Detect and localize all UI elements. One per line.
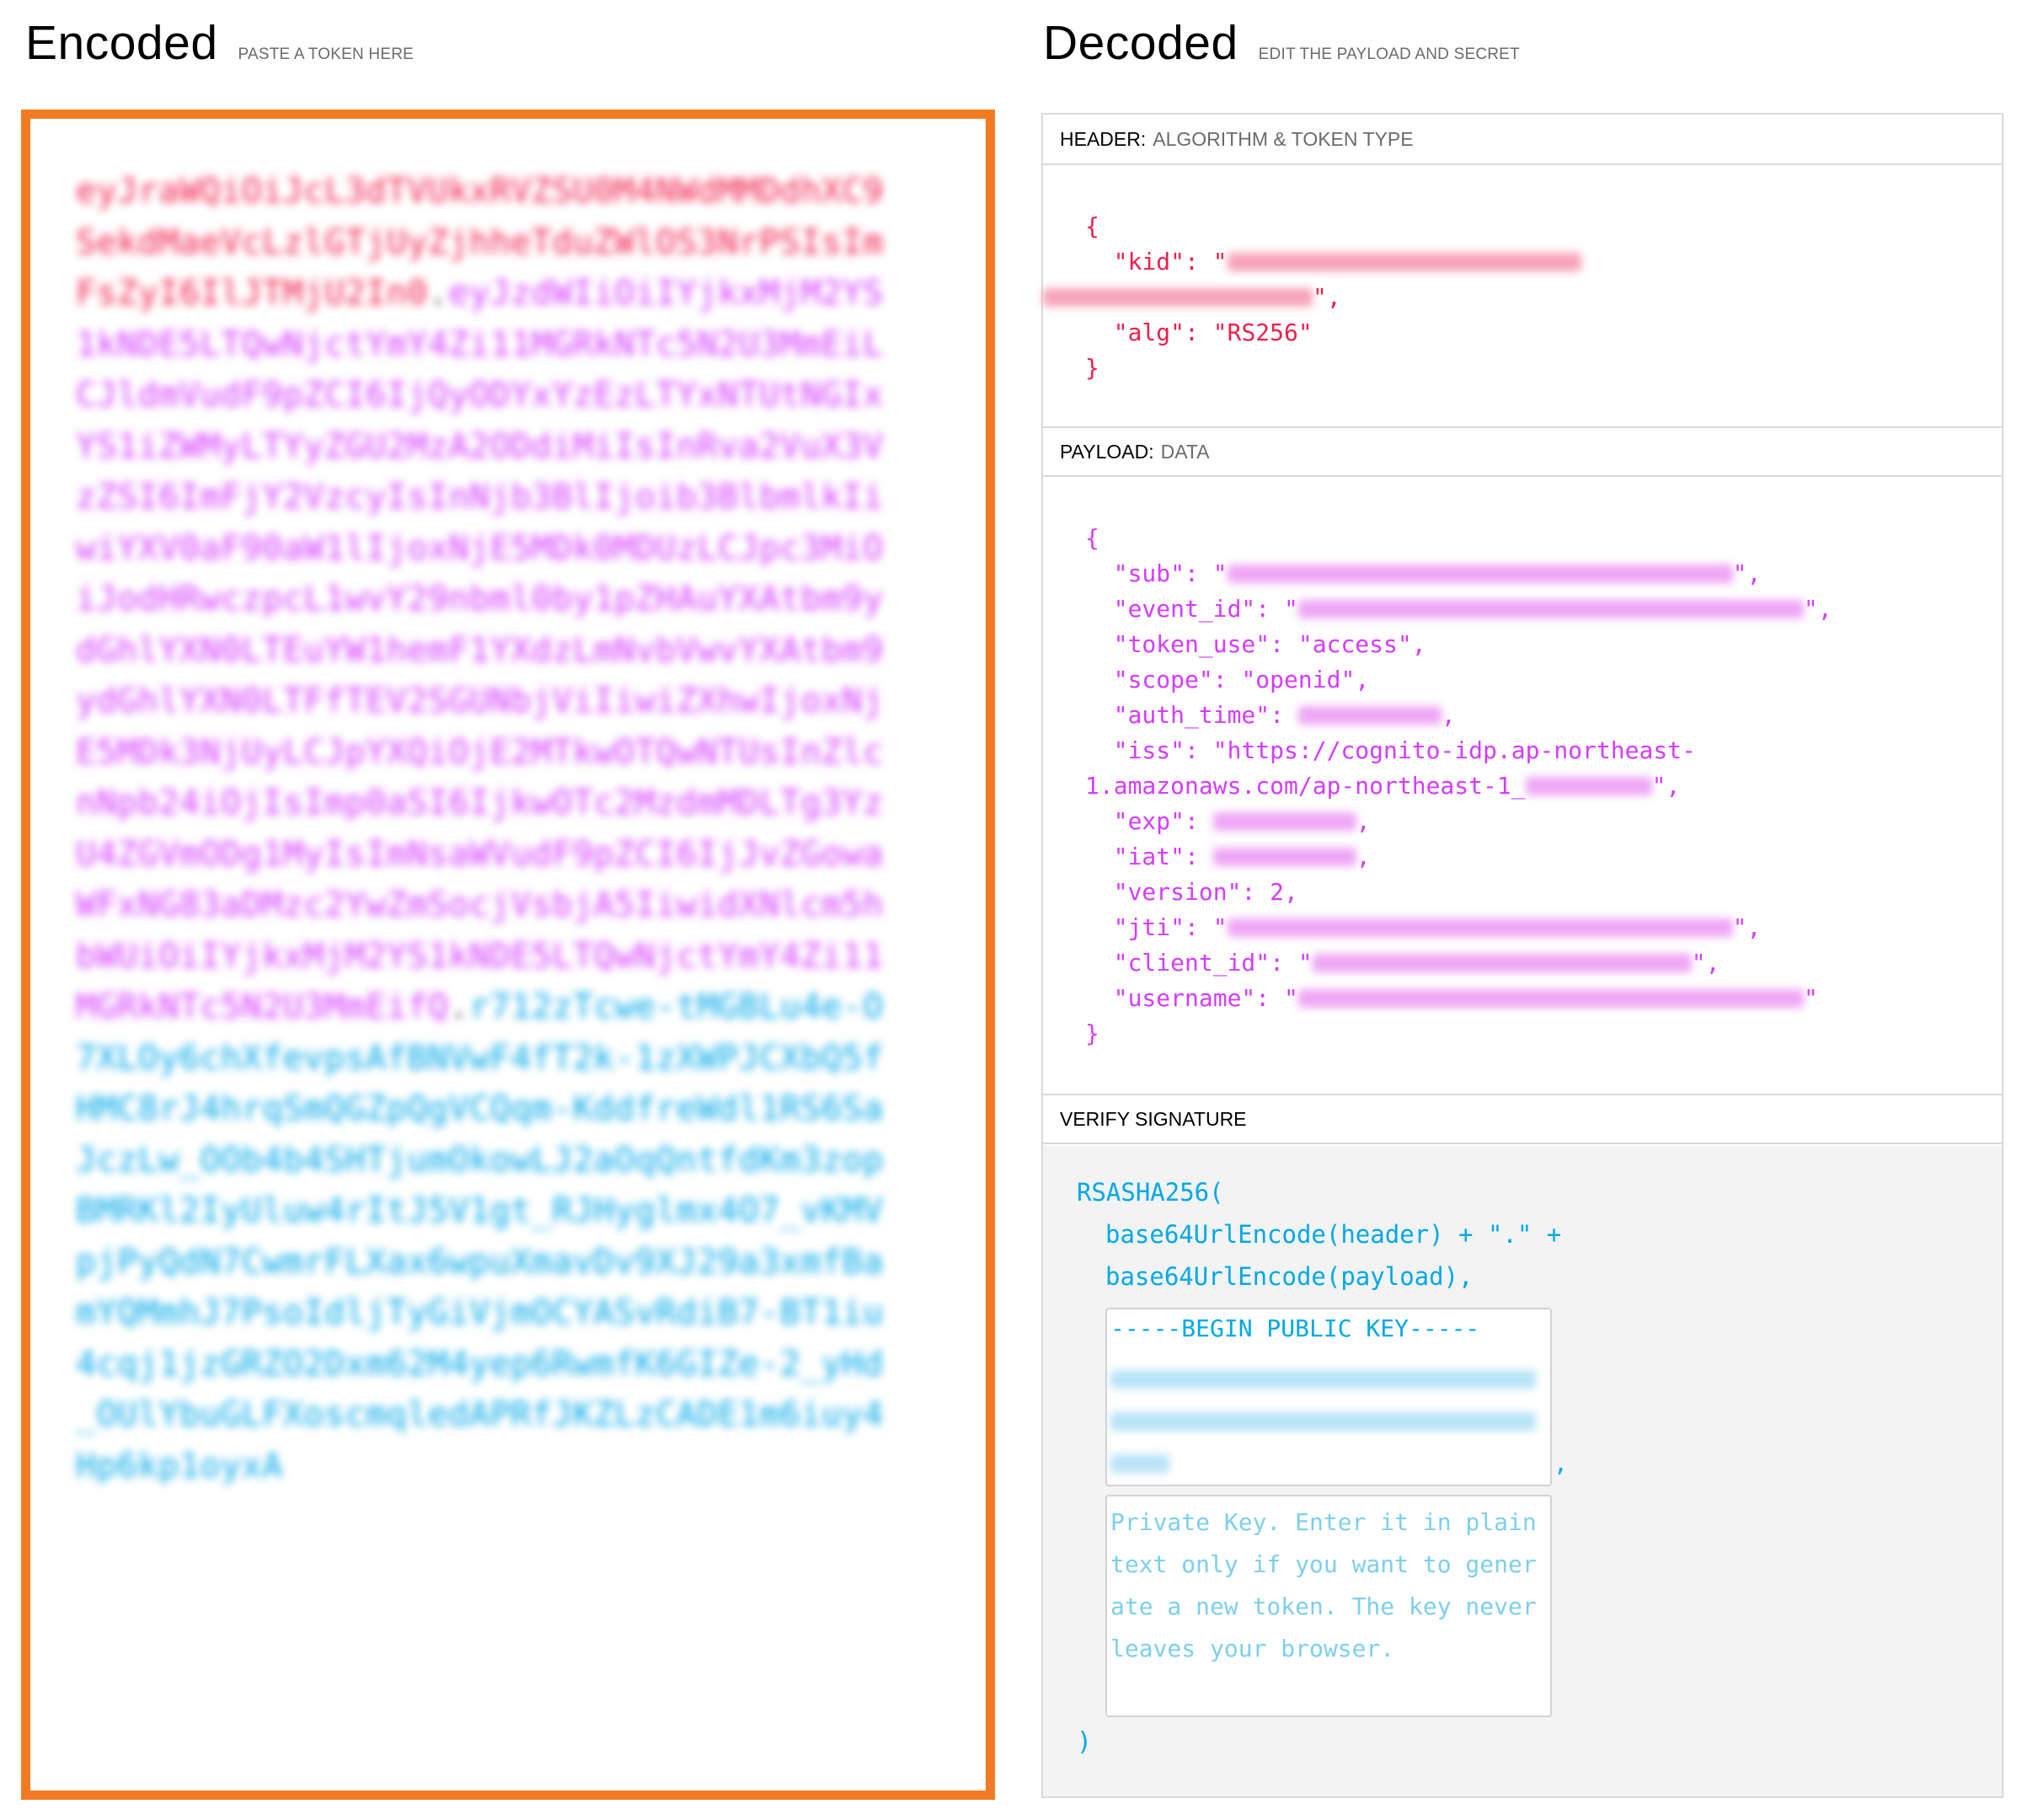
header-section-label: HEADER:: [1060, 127, 1147, 150]
json-value-token-use: "access": [1297, 630, 1412, 658]
json-key-scope: "scope": [1113, 666, 1213, 693]
header-section-bar: HEADER: ALGORITHM & TOKEN TYPE: [1043, 115, 2002, 165]
json-value-iss-part2: 1.amazonaws.com/ap-northeast-1_: [1085, 772, 1526, 800]
redacted-value: [1212, 848, 1356, 866]
json-key-username: "username": [1113, 984, 1256, 1012]
header-json-editor[interactable]: { "kid": " ", "alg": "RS256" }: [1043, 209, 1581, 386]
verify-section-bar: VERIFY SIGNATURE: [1043, 1094, 2002, 1144]
json-value-iss-part1: "https://cognito-idp.ap-northeast-: [1212, 736, 1696, 764]
payload-section-bar: PAYLOAD: DATA: [1043, 426, 2002, 477]
redacted-key-line: [1110, 1370, 1536, 1389]
json-value-scope: "openid": [1241, 666, 1356, 693]
verify-close-paren: ): [1077, 1727, 1093, 1757]
encoded-title: Encoded: [25, 16, 218, 70]
json-key-kid: "kid": [1113, 248, 1185, 276]
redacted-key-line: [1110, 1412, 1536, 1431]
redacted-value: [1525, 777, 1652, 795]
json-key-exp: "exp": [1113, 807, 1185, 835]
json-key-token-use: "token_use": [1113, 630, 1270, 658]
payload-json-editor[interactable]: { "sub": " ", "event_id": " ", "token_use"…: [1085, 521, 1832, 1052]
private-key-placeholder: Private Key. Enter it in plain text only…: [1110, 1508, 1537, 1662]
encoded-token-textarea[interactable]: eyJraWQiOiJcL3dTVUkxRVZSU0M4NWdMMDdhXC9S…: [21, 110, 995, 1800]
redacted-value: [1212, 812, 1356, 831]
json-key-iat: "iat": [1113, 843, 1185, 870]
verify-line-payload: base64UrlEncode(payload),: [1105, 1262, 1474, 1291]
token-signature-segment: r712zTcwe-tMGBLu4e-O7XLOy6chXfevpsAfBNVw…: [76, 988, 884, 1485]
token-payload-segment: eyJzdWIiOiIYjkxMjM2YS1kNDE5LTQwNjctYmY4Z…: [76, 274, 884, 1026]
verify-signature-area: RSASHA256( base64UrlEncode(header) + "."…: [1043, 1146, 2002, 1796]
decoded-heading: Decoded EDIT THE PAYLOAD AND SECRET: [1043, 15, 1520, 71]
redacted-key-line: [1110, 1454, 1169, 1473]
redacted-value: [1227, 253, 1581, 271]
redacted-value: [1043, 288, 1313, 307]
json-key-event-id: "event_id": [1113, 595, 1256, 623]
token-text: eyJraWQiOiJcL3dTVUkxRVZSU0M4NWdMMDdhXC9S…: [76, 166, 885, 1491]
json-key-iss: "iss": [1113, 736, 1185, 764]
payload-section-label: PAYLOAD:: [1060, 440, 1154, 463]
decoded-title: Decoded: [1043, 16, 1238, 70]
verify-code: RSASHA256( base64UrlEncode(header) + "."…: [1077, 1171, 1561, 1298]
public-key-begin-label: -----BEGIN PUBLIC KEY-----: [1110, 1314, 1480, 1342]
json-key-auth-time: "auth_time": [1113, 701, 1270, 729]
token-dot: .: [427, 274, 449, 313]
json-key-client-id: "client_id": [1113, 949, 1270, 977]
private-key-textarea[interactable]: Private Key. Enter it in plain text only…: [1105, 1495, 1552, 1717]
json-key-version: "version": [1113, 878, 1242, 906]
redacted-value: [1297, 600, 1804, 618]
redacted-value: [1297, 706, 1442, 725]
json-key-alg: "alg": [1113, 318, 1185, 346]
verify-fn: RSASHA256(: [1077, 1178, 1224, 1207]
pubkey-comma: ,: [1554, 1449, 1568, 1477]
encoded-heading: Encoded PASTE A TOKEN HERE: [25, 15, 414, 71]
encoded-subtitle: PASTE A TOKEN HERE: [238, 46, 414, 63]
decoded-subtitle: EDIT THE PAYLOAD AND SECRET: [1258, 46, 1520, 63]
redacted-value: [1227, 918, 1733, 937]
verify-section-label: VERIFY SIGNATURE: [1060, 1107, 1247, 1130]
verify-line-header: base64UrlEncode(header) + "." +: [1105, 1220, 1562, 1249]
json-value-version: 2: [1270, 878, 1285, 906]
json-key-sub: "sub": [1113, 559, 1185, 587]
json-key-jti: "jti": [1113, 913, 1185, 941]
payload-section-desc: DATA: [1160, 440, 1210, 463]
header-section-desc: ALGORITHM & TOKEN TYPE: [1153, 127, 1414, 150]
public-key-textarea[interactable]: -----BEGIN PUBLIC KEY-----: [1105, 1308, 1552, 1486]
redacted-value: [1227, 565, 1733, 583]
token-dot: .: [448, 988, 470, 1026]
json-value-alg: "RS256": [1212, 318, 1313, 346]
redacted-value: [1312, 954, 1692, 972]
redacted-value: [1297, 989, 1804, 1008]
decoded-panel: HEADER: ALGORITHM & TOKEN TYPE { "kid": …: [1041, 113, 2003, 1798]
